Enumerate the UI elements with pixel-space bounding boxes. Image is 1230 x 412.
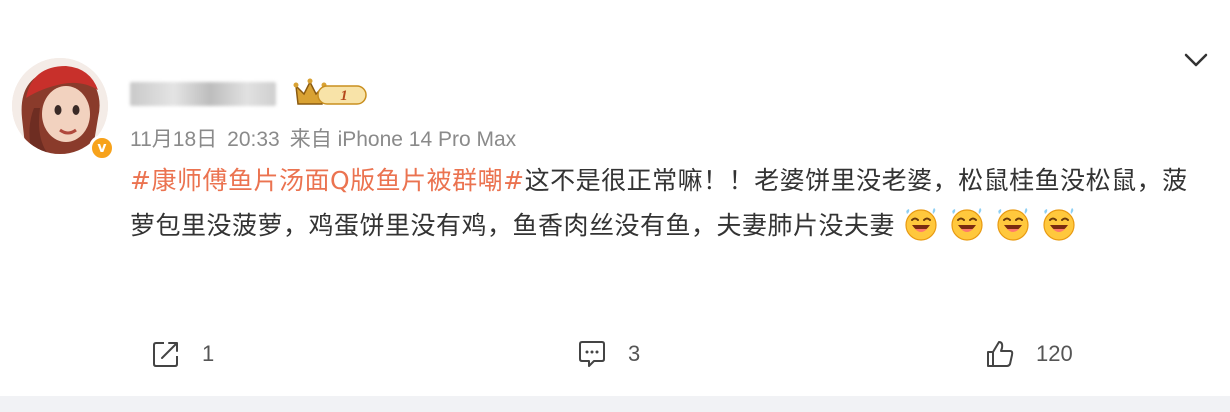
laughing-tears-emoji — [1043, 208, 1076, 241]
like-button[interactable]: 120 — [984, 338, 1073, 370]
laughing-tears-emoji — [997, 208, 1030, 241]
hashtag-link[interactable]: #康师傅鱼片汤面Q版鱼片被群嘲# — [130, 166, 525, 195]
username-blurred[interactable] — [130, 82, 276, 106]
feed-separator — [0, 396, 1230, 412]
crown-level-badge-icon[interactable]: 1 — [292, 76, 370, 110]
share-count: 1 — [202, 341, 215, 366]
post-source[interactable]: 来自 iPhone 14 Pro Max — [290, 128, 516, 151]
post-time: 20:33 — [227, 128, 280, 151]
like-icon — [987, 341, 1014, 367]
avatar[interactable]: v — [12, 58, 115, 161]
verified-icon: v — [89, 135, 115, 161]
post-meta: 11月18日 20:33 来自 iPhone 14 Pro Max — [130, 123, 526, 153]
weibo-post-card: v 1 11月18日 20:33 来自 iPhone 14 Pro Max #康师傅… — [0, 0, 1230, 396]
laughing-tears-emoji — [951, 208, 984, 241]
emoji-group — [903, 208, 1087, 241]
post-content: #康师傅鱼片汤面Q版鱼片被群嘲#这不是很正常嘛！！老婆饼里没老婆，松鼠桂鱼没松鼠… — [130, 158, 1190, 248]
chevron-down-icon[interactable] — [1182, 50, 1210, 70]
like-count: 120 — [1036, 341, 1073, 366]
comment-count: 3 — [628, 341, 641, 366]
post-date: 11月18日 — [130, 128, 218, 151]
comment-icon — [579, 341, 605, 367]
laughing-tears-emoji — [905, 208, 938, 241]
share-icon — [153, 342, 178, 367]
comment-button[interactable]: 3 — [576, 338, 640, 370]
badge-level: 1 — [340, 88, 348, 104]
share-button[interactable]: 1 — [150, 338, 214, 370]
